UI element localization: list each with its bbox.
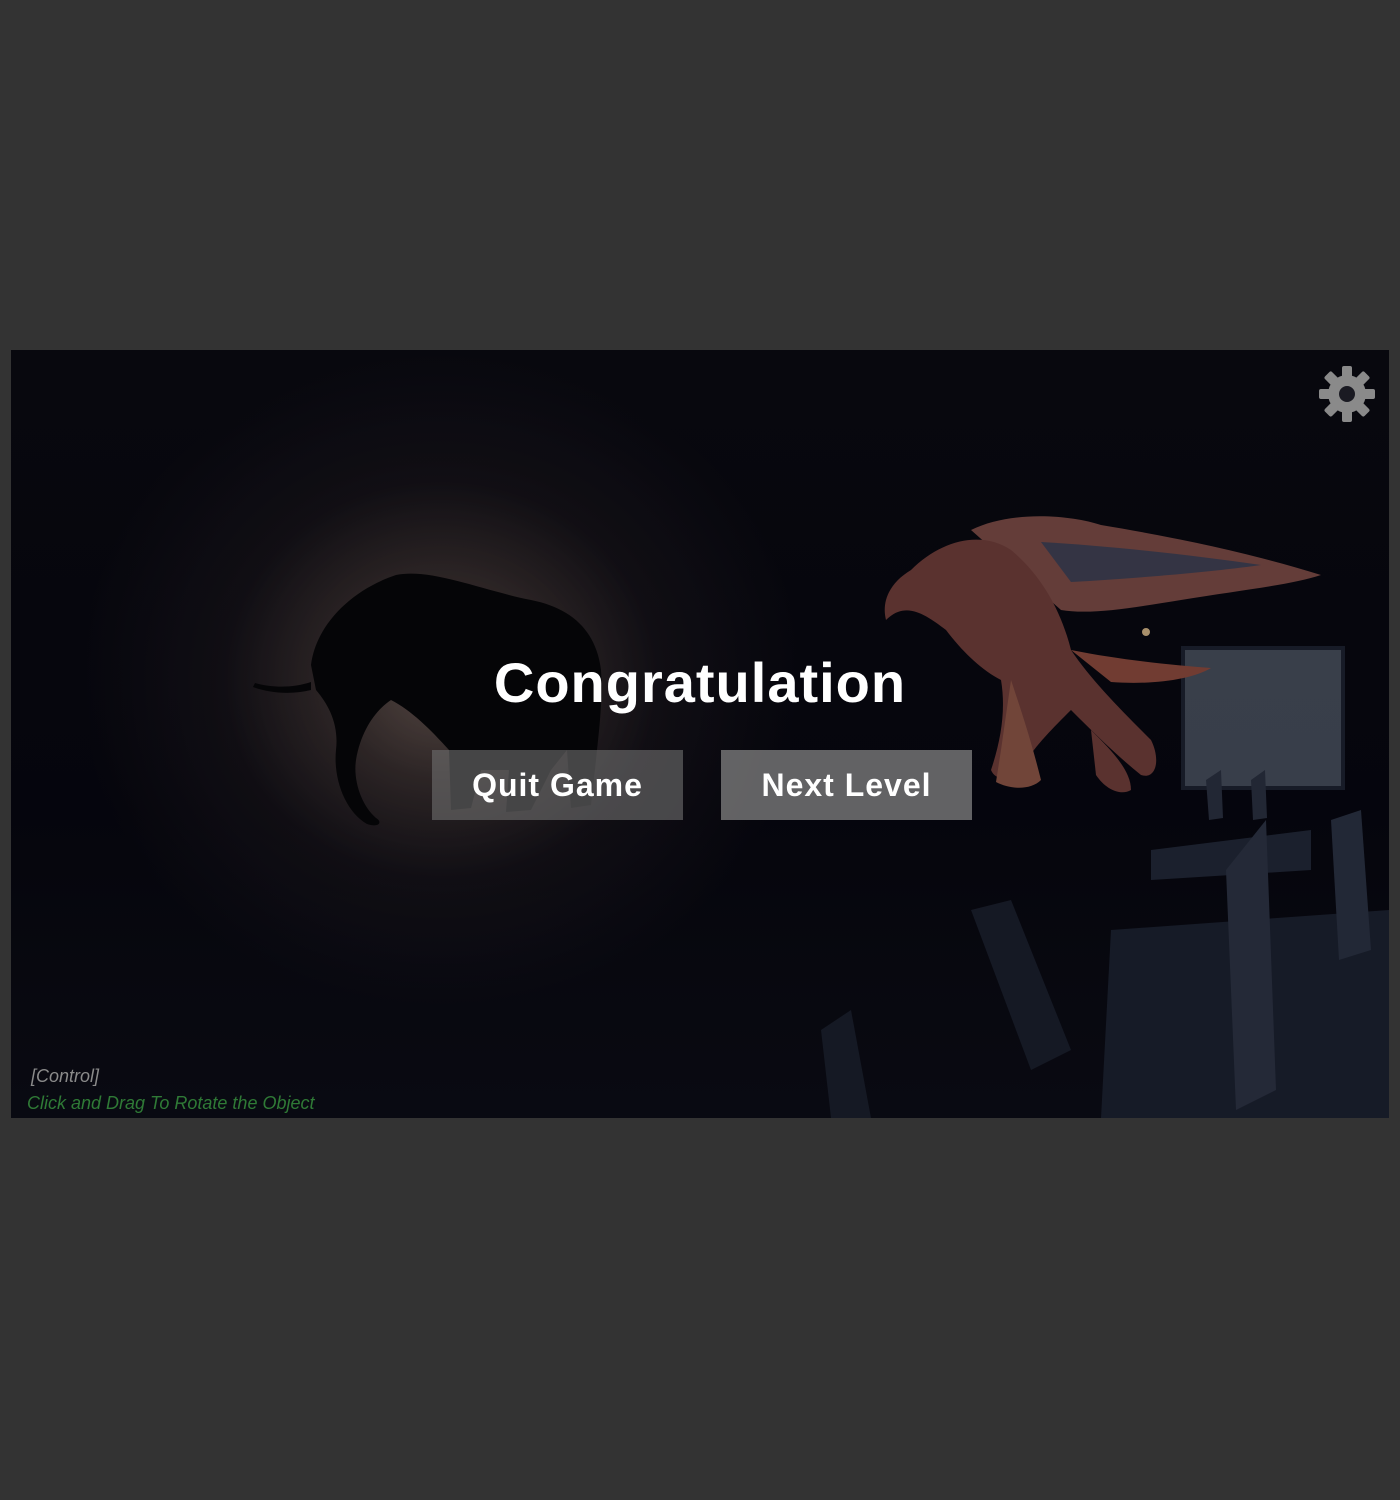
next-level-button[interactable]: Next Level — [721, 750, 972, 820]
congratulation-title: Congratulation — [493, 651, 907, 714]
control-hint: Click and Drag To Rotate the Object — [27, 1093, 315, 1113]
control-label: [Control] — [31, 1066, 100, 1086]
pause-overlay — [11, 350, 1389, 1118]
gear-icon[interactable] — [1317, 364, 1377, 424]
quit-game-button[interactable]: Quit Game — [432, 750, 683, 820]
game-viewport[interactable]: Congratulation Quit Game Next Level [Con… — [11, 350, 1389, 1118]
